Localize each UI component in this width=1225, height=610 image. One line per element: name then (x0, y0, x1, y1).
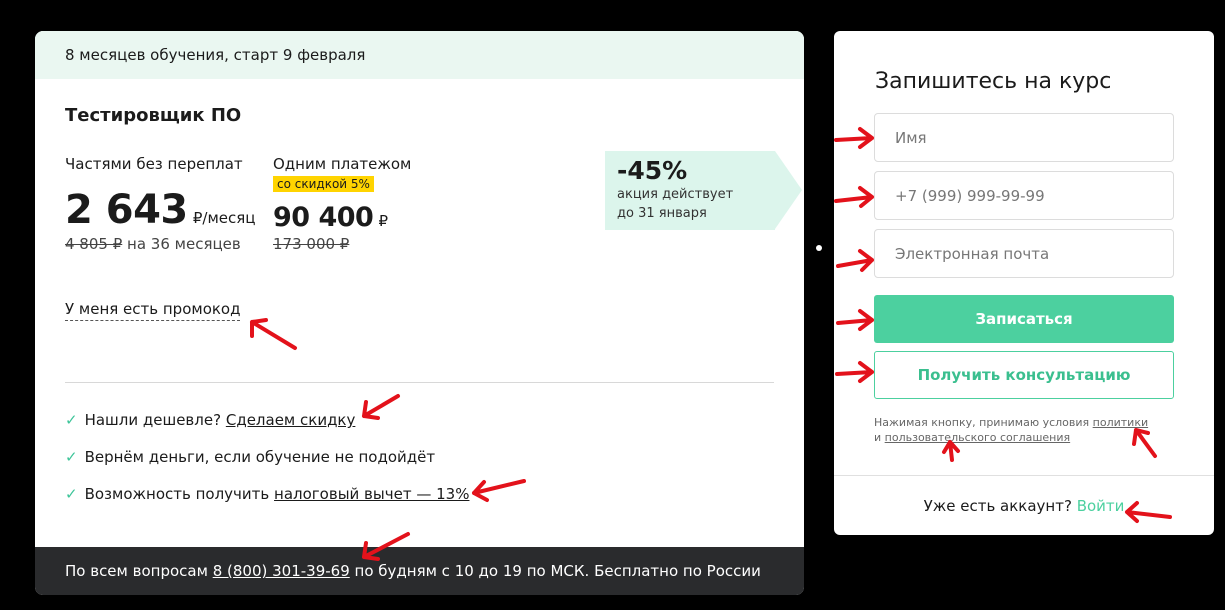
course-title: Тестировщик ПО (65, 105, 242, 126)
submit-button[interactable]: Записаться (874, 295, 1174, 343)
user-agreement-link[interactable]: пользовательского соглашения (885, 431, 1070, 444)
course-duration-banner: 8 месяцев обучения, старт 9 февраля (35, 31, 804, 79)
full-price-unit: ₽ (378, 212, 388, 230)
signup-form-card: Запишитесь на курс Записаться Получить к… (834, 31, 1214, 535)
login-prompt: Уже есть аккаунт? (923, 497, 1077, 515)
benefit-item: ✓ Возможность получить налоговый вычет —… (65, 485, 469, 522)
check-icon: ✓ (65, 485, 78, 503)
installment-price-row: 2 643 ₽/месяц (65, 187, 255, 233)
discount-link[interactable]: Сделаем скидку (226, 411, 356, 429)
full-old-price: 173 000 ₽ (273, 235, 350, 253)
check-icon: ✓ (65, 448, 78, 466)
course-card: 8 месяцев обучения, старт 9 февраля Тест… (35, 31, 804, 595)
check-icon: ✓ (65, 411, 78, 429)
full-old-price-row: 173 000 ₽ (273, 235, 411, 253)
policy-link[interactable]: политики (1093, 416, 1148, 429)
full-price-row: 90 400 ₽ (273, 202, 411, 233)
installment-term: на 36 месяцев (122, 235, 241, 253)
benefits-list: ✓ Нашли дешевле? Сделаем скидку ✓ Вернём… (65, 411, 469, 522)
phone-link[interactable]: 8 (800) 301-39-69 (213, 562, 350, 580)
tax-deduction-link[interactable]: налоговый вычет — 13% (274, 485, 469, 503)
terms-and: и (874, 431, 885, 444)
login-row: Уже есть аккаунт? Войти (834, 497, 1214, 515)
full-price: 90 400 (273, 202, 374, 233)
terms-prefix: Нажимая кнопку, принимаю условия (874, 416, 1093, 429)
form-title: Запишитесь на курс (875, 69, 1112, 94)
benefit-item: ✓ Вернём деньги, если обучение не подойд… (65, 448, 469, 485)
promo-code-link[interactable]: У меня есть промокод (65, 300, 241, 321)
promo-line-1: акция действует (617, 187, 734, 202)
full-price-block: Одним платежом со скидкой 5% 90 400 ₽ 17… (273, 155, 411, 253)
divider (65, 382, 774, 383)
form-divider (834, 475, 1214, 476)
contact-footer: По всем вопросам 8 (800) 301-39-69 по бу… (35, 547, 804, 595)
promo-banner: -45% акция действует до 31 января (605, 151, 802, 230)
email-input[interactable] (874, 229, 1174, 278)
contact-suffix: по будням с 10 до 19 по МСК. Бесплатно п… (354, 562, 761, 580)
benefit-item: ✓ Нашли дешевле? Сделаем скидку (65, 411, 469, 448)
consultation-button[interactable]: Получить консультацию (874, 351, 1174, 399)
benefit-text: Вернём деньги, если обучение не подойдёт (84, 448, 436, 466)
course-duration-text: 8 месяцев обучения, старт 9 февраля (65, 46, 366, 64)
promo-percent: -45% (617, 156, 688, 185)
installment-price: 2 643 (65, 187, 188, 233)
discount-badge: со скидкой 5% (273, 176, 374, 192)
login-link[interactable]: Войти (1077, 497, 1125, 515)
name-input[interactable] (874, 113, 1174, 162)
benefit-text: Возможность получить (84, 485, 270, 503)
full-payment-label: Одним платежом (273, 155, 412, 173)
installment-unit: ₽/месяц (192, 209, 256, 227)
phone-input[interactable] (874, 171, 1174, 220)
installment-old-price-row: 4 805 ₽ на 36 месяцев (65, 235, 255, 253)
installment-label: Частями без переплат (65, 155, 243, 173)
contact-prefix: По всем вопросам (65, 562, 208, 580)
decorative-dot (816, 245, 822, 251)
benefit-text: Нашли дешевле? (84, 411, 222, 429)
terms-text: Нажимая кнопку, принимаю условия политик… (874, 415, 1174, 445)
promo-line-2: до 31 января (617, 206, 707, 221)
installment-price-block: Частями без переплат 2 643 ₽/месяц 4 805… (65, 155, 255, 253)
installment-old-price: 4 805 ₽ (65, 235, 123, 253)
